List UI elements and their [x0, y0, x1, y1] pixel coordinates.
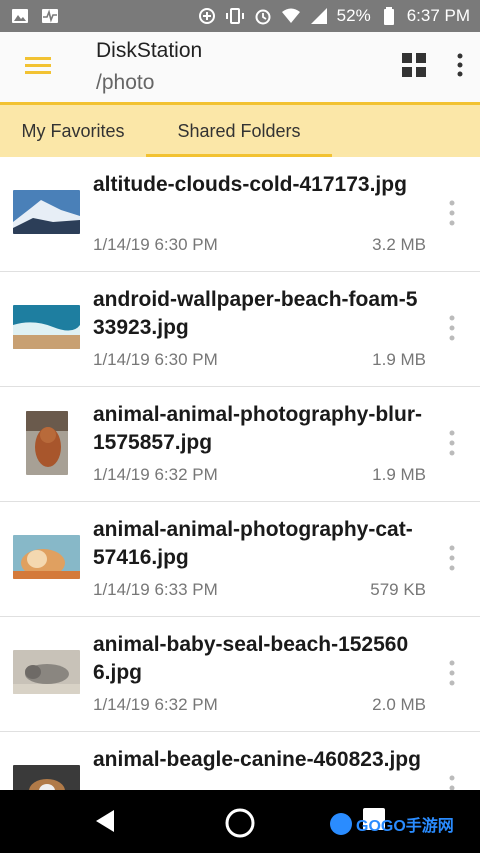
grid-view-button[interactable] — [388, 32, 440, 102]
file-name: animal-animal-photography-blur-1575857.j… — [93, 403, 423, 454]
file-thumbnail — [13, 650, 80, 694]
clock: 6:37 PM — [406, 6, 470, 25]
more-vert-icon — [449, 315, 455, 346]
overflow-menu-button[interactable] — [440, 32, 480, 102]
file-row[interactable]: animal-beagle-canine-460823.jpg — [0, 732, 480, 790]
file-date: 1/14/19 6:32 PM — [93, 465, 218, 484]
watermark-logo-icon — [330, 813, 352, 835]
file-size: 1.9 MB — [372, 465, 426, 484]
file-row[interactable]: animal-baby-seal-beach-1525606.jpg 1/14/… — [0, 617, 480, 732]
image-icon — [10, 7, 30, 25]
more-vert-icon — [449, 545, 455, 576]
navigation-bar: GOGO手游网 — [0, 790, 480, 853]
file-date: 1/14/19 6:30 PM — [93, 350, 218, 369]
file-date: 1/14/19 6:32 PM — [93, 695, 218, 714]
tab-bar: My Favorites Shared Folders — [0, 102, 480, 157]
app-title: DiskStation — [96, 39, 203, 62]
file-thumbnail — [26, 411, 68, 475]
more-vert-icon — [449, 775, 455, 790]
home-circle-icon — [223, 808, 257, 844]
file-more-button[interactable] — [442, 427, 462, 463]
battery-icon — [379, 7, 399, 25]
battery-percent: 52% — [336, 6, 371, 25]
file-date: 1/14/19 6:30 PM — [93, 235, 218, 254]
wifi-icon — [281, 7, 301, 25]
more-vert-icon — [457, 53, 463, 82]
title-block: DiskStation /photo — [76, 37, 388, 97]
back-triangle-icon — [90, 810, 120, 840]
signal-icon — [309, 7, 329, 25]
file-thumbnail — [13, 305, 80, 349]
file-row[interactable]: animal-animal-photography-cat-57416.jpg … — [0, 502, 480, 617]
file-size: 1.9 MB — [372, 350, 426, 369]
file-thumbnail — [13, 765, 80, 790]
file-thumbnail — [13, 190, 80, 234]
hamburger-icon — [25, 55, 51, 80]
watermark-text: GOGO手游网 — [356, 818, 454, 835]
file-more-button[interactable] — [442, 312, 462, 348]
status-bar: 52% 6:37 PM — [0, 0, 480, 32]
file-name: animal-animal-photography-cat-57416.jpg — [93, 518, 413, 569]
more-vert-icon — [449, 430, 455, 461]
tab-shared-folders[interactable]: Shared Folders — [146, 105, 332, 157]
file-more-button[interactable] — [442, 657, 462, 693]
alarm-icon — [253, 7, 273, 25]
app-bar: DiskStation /photo — [0, 32, 480, 102]
current-path: /photo — [96, 71, 155, 94]
back-button[interactable] — [90, 806, 120, 836]
file-size: 579 KB — [370, 580, 426, 599]
file-row[interactable]: animal-animal-photography-blur-1575857.j… — [0, 387, 480, 502]
activity-icon — [40, 7, 60, 25]
file-name: animal-baby-seal-beach-1525606.jpg — [93, 633, 409, 684]
home-button[interactable] — [223, 806, 257, 840]
file-row[interactable]: android-wallpaper-beach-foam-533923.jpg … — [0, 272, 480, 387]
file-name: android-wallpaper-beach-foam-533923.jpg — [93, 288, 418, 339]
tab-my-favorites[interactable]: My Favorites — [0, 105, 146, 157]
file-date: 1/14/19 6:33 PM — [93, 580, 218, 599]
grid-icon — [402, 52, 426, 82]
file-more-button[interactable] — [442, 542, 462, 578]
file-name: altitude-clouds-cold-417173.jpg — [93, 173, 407, 196]
more-vert-icon — [449, 200, 455, 231]
file-thumbnail — [13, 535, 80, 579]
file-row[interactable]: altitude-clouds-cold-417173.jpg 1/14/19 … — [0, 157, 480, 272]
vibrate-icon — [225, 7, 245, 25]
menu-button[interactable] — [0, 32, 76, 102]
more-vert-icon — [449, 660, 455, 691]
file-more-button[interactable] — [442, 772, 462, 790]
file-more-button[interactable] — [442, 197, 462, 233]
file-list: altitude-clouds-cold-417173.jpg 1/14/19 … — [0, 157, 480, 790]
data-saver-icon — [197, 7, 217, 25]
watermark: GOGO手游网 — [330, 812, 454, 836]
file-size: 3.2 MB — [372, 235, 426, 254]
file-name: animal-beagle-canine-460823.jpg — [93, 748, 421, 771]
file-size: 2.0 MB — [372, 695, 426, 714]
